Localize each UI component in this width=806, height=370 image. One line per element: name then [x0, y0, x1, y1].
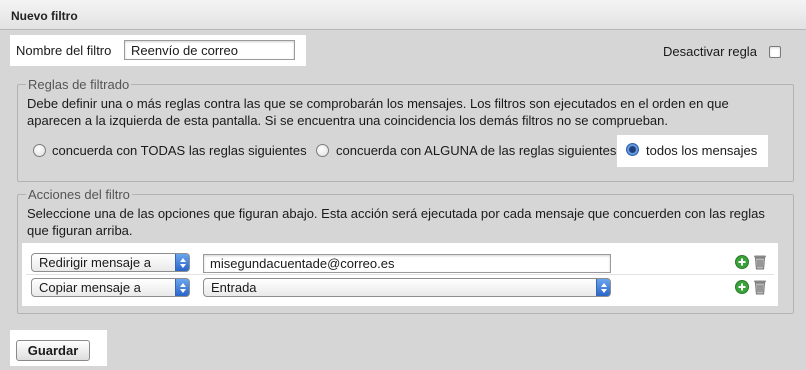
row-divider [26, 274, 774, 275]
redirect-target-input[interactable]: misegundacuentade@correo.es [203, 254, 611, 273]
rules-description: Debe definir una o más reglas contra las… [27, 95, 787, 129]
disable-rule-label: Desactivar regla [663, 44, 757, 59]
filter-form-panel: Nuevo filtro Nombre del filtro Reenvío d… [0, 0, 806, 370]
action-select-2[interactable]: Copiar mensaje a [31, 278, 190, 297]
action-select-1-value: Redirigir mensaje a [39, 255, 151, 270]
actions-description-line1: Seleccione una de las opciones que figur… [27, 206, 765, 221]
actions-description: Seleccione una de las opciones que figur… [27, 205, 787, 239]
rules-description-line2: aparecen a la izquierda de esta pantalla… [27, 113, 669, 128]
save-button[interactable]: Guardar [16, 340, 90, 361]
action-select-2-value: Copiar mensaje a [39, 280, 141, 295]
plus-circle-icon[interactable] [735, 280, 749, 297]
rules-legend: Reglas de filtrado [28, 77, 130, 92]
radio-all-rules-label: concuerda con TODAS las reglas siguiente… [52, 143, 307, 158]
actions-legend: Acciones del filtro [28, 187, 130, 202]
plus-circle-icon[interactable] [735, 255, 749, 272]
filter-name-input[interactable]: Reenvío de correo [124, 40, 295, 60]
select-arrows-icon [175, 254, 189, 271]
action-select-1[interactable]: Redirigir mensaje a [31, 253, 190, 272]
copy-target-select[interactable]: Entrada [203, 278, 611, 297]
radio-all-messages[interactable] [626, 143, 639, 156]
disable-rule-checkbox[interactable] [769, 46, 781, 58]
filter-name-label: Nombre del filtro [16, 43, 112, 58]
select-arrows-icon [596, 279, 610, 296]
radio-any-rule-label: concuerda con ALGUNA de las reglas sigui… [336, 143, 617, 158]
select-arrows-icon [175, 279, 189, 296]
copy-target-select-value: Entrada [211, 280, 257, 295]
panel-title: Nuevo filtro [0, 0, 806, 30]
rules-description-line1: Debe definir una o más reglas contra las… [27, 96, 729, 111]
radio-all-rules[interactable] [33, 144, 46, 157]
trash-icon[interactable] [753, 254, 767, 273]
radio-all-messages-label: todos los mensajes [646, 143, 758, 158]
radio-any-rule[interactable] [316, 144, 329, 157]
trash-icon[interactable] [753, 279, 767, 298]
actions-description-line2: que figuran arriba. [27, 223, 133, 238]
